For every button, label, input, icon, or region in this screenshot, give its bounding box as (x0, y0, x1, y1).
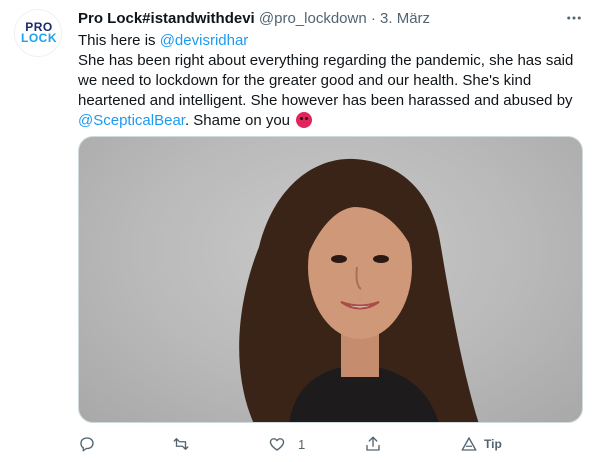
tweet-actions: 1 Tip (78, 430, 583, 458)
tweet-line-1: This here is @devisridhar (78, 31, 583, 51)
logo-text-bottom: LOCK (21, 31, 57, 45)
tip-button[interactable]: Tip (460, 430, 502, 458)
share-icon (366, 436, 380, 451)
tweet-photo[interactable] (78, 136, 583, 423)
tweet-text-intro: This here is (78, 32, 160, 49)
reply-icon (80, 437, 94, 452)
tweet-text: This here is @devisridhar She has been r… (78, 31, 583, 131)
mention-devisridhar[interactable]: @devisridhar (160, 32, 249, 49)
reply-button[interactable] (78, 430, 96, 458)
retweet-button[interactable] (172, 430, 190, 458)
tip-icon (461, 437, 477, 451)
author-handle[interactable]: @pro_lockdown (259, 10, 367, 27)
author-name[interactable]: Pro Lock#istandwithdevi (78, 10, 255, 27)
tweet-body: She has been right about everything rega… (78, 51, 583, 131)
portrait-illustration (239, 158, 479, 422)
tweet-header: Pro Lock#istandwithdevi @pro_lockdown · … (78, 9, 578, 29)
tip-label: Tip (484, 437, 502, 451)
tweet-body-tail: . Shame on you (184, 112, 295, 129)
tweet-date[interactable]: 3. März (380, 10, 430, 27)
avatar[interactable]: PRO LOCK (14, 9, 62, 57)
retweet-icon (173, 438, 189, 450)
heart-icon (269, 438, 285, 451)
like-button[interactable]: 1 (268, 430, 305, 458)
angry-face-emoji-icon (296, 112, 313, 128)
tweet-body-text: She has been right about everything rega… (78, 52, 574, 109)
more-options-icon[interactable] (562, 8, 586, 28)
header-separator: · (370, 10, 376, 27)
like-count: 1 (298, 436, 306, 452)
share-button[interactable] (364, 430, 382, 458)
mention-scepticalbear[interactable]: @ScepticalBear (78, 112, 185, 129)
pro-lock-logo: PRO LOCK (21, 21, 57, 45)
